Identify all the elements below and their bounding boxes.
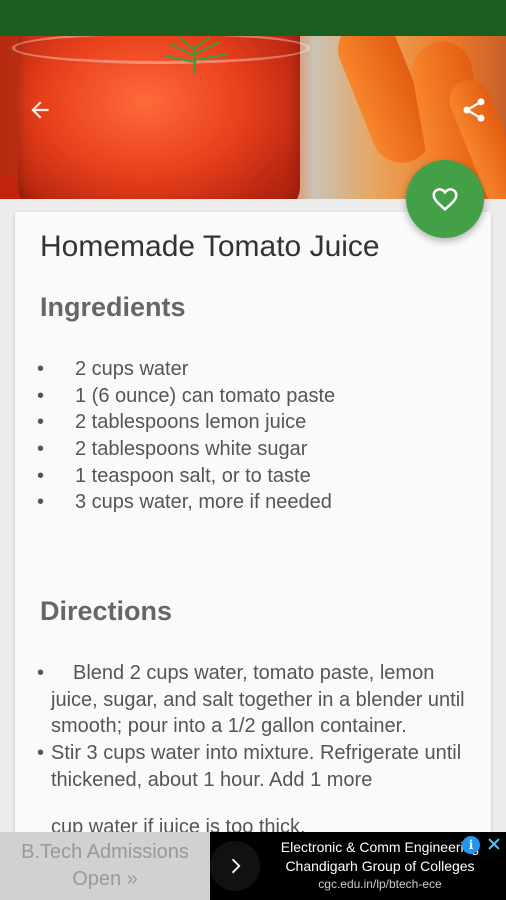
direction-step: • Stir 3 cups water into mixture. Refrige… <box>36 740 476 793</box>
recipe-title: Homemade Tomato Juice <box>40 230 380 263</box>
ingredient-text: 1 teaspoon salt, or to taste <box>75 464 311 487</box>
ingredient-item: • 2 cups water <box>36 356 335 383</box>
ad-left-line1: B.Tech Admissions <box>21 841 189 863</box>
ad-info-icon[interactable]: i <box>462 836 480 854</box>
direction-cut-line: cup water if juice is too thick. <box>51 816 306 832</box>
ingredient-text: 2 cups water <box>75 358 189 380</box>
ad-advertiser: Chandigarh Group of Colleges <box>285 858 475 874</box>
ad-url: cgc.edu.in/lp/btech-ece <box>318 877 442 891</box>
ad-close-button[interactable] <box>484 834 504 854</box>
share-icon <box>463 98 485 122</box>
ad-open-button[interactable] <box>210 841 260 891</box>
ad-left-panel[interactable]: B.Tech Admissions Open » <box>0 832 210 900</box>
herb-garnish-shape <box>164 36 229 74</box>
chevron-right-icon <box>231 858 241 874</box>
directions-list: • Blend 2 cups water, tomato paste, lemon… <box>36 660 476 794</box>
bullet: • <box>37 491 45 514</box>
ingredient-text: 3 cups water, more if needed <box>75 491 332 514</box>
ingredient-item: • 3 cups water, more if needed <box>36 489 335 516</box>
ingredient-text: 2 tablespoons white sugar <box>75 438 308 461</box>
ad-left-line2: Open » <box>72 868 138 890</box>
ingredient-item: • 2 tablespoons lemon juice <box>36 409 335 436</box>
favorite-button[interactable] <box>406 160 484 238</box>
direction-text-overflow: cup water if juice is too thick. <box>51 814 351 832</box>
ingredient-item: • 2 tablespoons white sugar <box>36 436 335 463</box>
direction-text: Stir 3 cups water into mixture. Refriger… <box>51 742 462 791</box>
ad-banner[interactable]: B.Tech Admissions Open » Electronic & Co… <box>0 832 506 900</box>
direction-step: • Blend 2 cups water, tomato paste, lemon… <box>36 660 476 740</box>
ingredient-text: 2 tablespoons lemon juice <box>75 411 307 434</box>
bullet: • <box>37 464 45 487</box>
ingredients-heading: Ingredients <box>40 292 186 322</box>
app-screen: Homemade Tomato Juice Ingredients • 2 cup… <box>0 0 506 900</box>
ingredient-item: • 1 teaspoon salt, or to taste <box>36 463 335 490</box>
bullet: • <box>37 358 45 380</box>
directions-heading: Directions <box>40 596 173 626</box>
ingredient-item: • 1 (6 ounce) can tomato paste <box>36 383 335 410</box>
heart-outline-icon <box>432 188 458 212</box>
bullet: • <box>37 438 45 461</box>
arrow-back-icon <box>31 101 49 119</box>
status-bar <box>0 0 506 36</box>
bullet: • <box>37 384 45 407</box>
ingredients-list: • 2 cups water • 1 (6 ounce) can tomato pa… <box>36 356 335 516</box>
close-icon <box>488 838 500 850</box>
back-button[interactable] <box>22 92 58 128</box>
bullet: • <box>37 411 45 434</box>
share-button[interactable] <box>456 92 492 128</box>
bullet: • <box>37 662 45 684</box>
ingredient-text: 1 (6 ounce) can tomato paste <box>75 384 336 407</box>
bullet: • <box>37 742 45 765</box>
direction-text: Blend 2 cups water, tomato paste, lemon … <box>51 662 465 738</box>
